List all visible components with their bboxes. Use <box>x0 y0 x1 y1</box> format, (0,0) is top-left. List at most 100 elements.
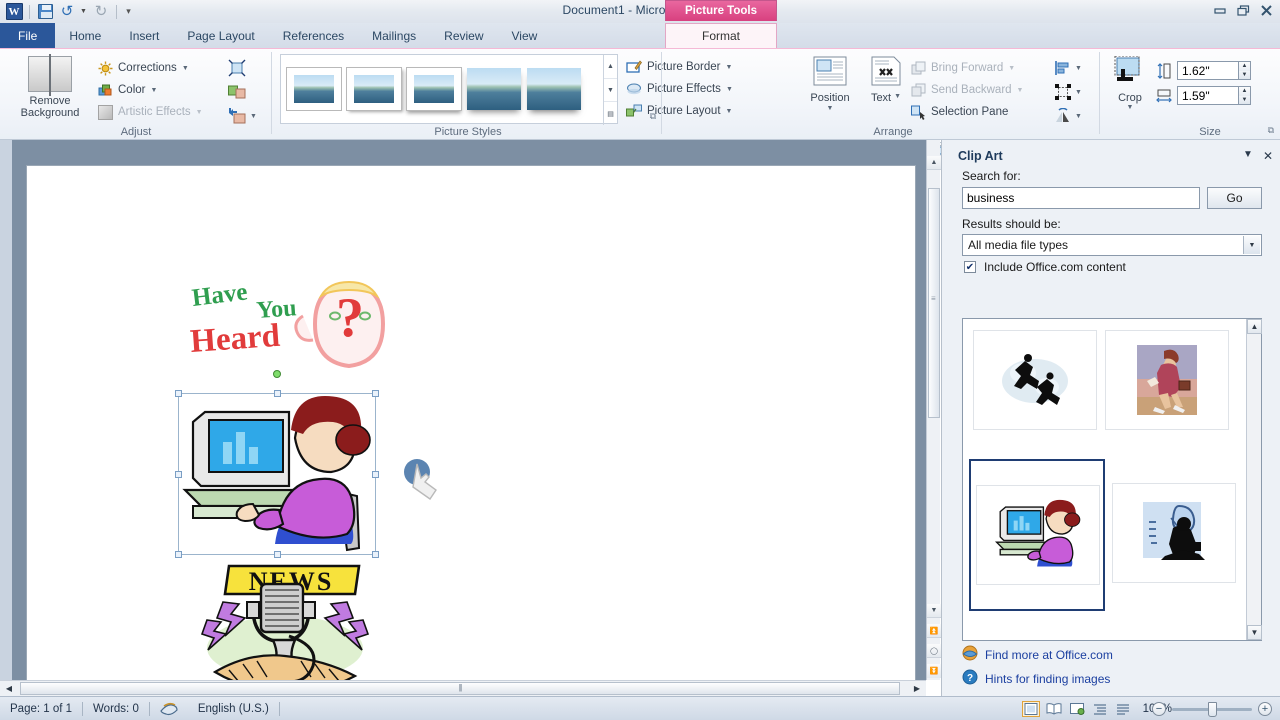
go-button[interactable]: Go <box>1207 187 1262 209</box>
picture-style-thumb-1[interactable] <box>286 67 342 111</box>
shape-height-stepper-up[interactable]: ▲ <box>1239 62 1250 71</box>
find-more-at-office-link[interactable]: Find more at Office.com <box>962 645 1113 664</box>
rotation-handle[interactable] <box>273 370 281 378</box>
clip-result-running-person[interactable] <box>973 330 1097 430</box>
compress-pictures-button[interactable] <box>228 56 257 80</box>
restore-button[interactable] <box>1233 2 1253 18</box>
clip-result-woman-at-computer-selected[interactable] <box>969 459 1105 611</box>
clip-result-woman-at-computer[interactable] <box>976 485 1100 585</box>
tab-review[interactable]: Review <box>430 23 497 48</box>
wrap-text-button[interactable]: Text ▼ <box>859 56 913 104</box>
send-backward-button[interactable]: Send Backward ▼ <box>911 79 1051 101</box>
horizontal-scrollbar[interactable]: ◀ ▶ <box>0 680 926 696</box>
word-count[interactable]: Words: 0 <box>83 697 149 720</box>
print-layout-view-button[interactable] <box>1022 701 1040 717</box>
tab-insert[interactable]: Insert <box>115 23 173 48</box>
vertical-scroll-thumb[interactable] <box>928 188 940 418</box>
language-indicator[interactable]: English (U.S.) <box>188 697 279 720</box>
web-layout-view-button[interactable] <box>1068 701 1086 717</box>
reset-picture-button[interactable]: ▼ <box>228 104 257 128</box>
tab-file[interactable]: File <box>0 23 56 48</box>
close-button[interactable] <box>1256 2 1276 18</box>
document-canvas[interactable]: ? Have You Heard NEWS <box>0 140 926 694</box>
zoom-slider-knob[interactable] <box>1208 701 1217 717</box>
picture-style-thumb-2[interactable] <box>346 67 402 111</box>
scroll-left-button[interactable]: ◀ <box>2 681 16 696</box>
resize-handle-ne[interactable] <box>372 390 379 397</box>
zoom-in-button[interactable]: + <box>1258 702 1272 716</box>
tab-format[interactable]: Format <box>665 23 777 48</box>
search-input[interactable]: business <box>962 187 1200 209</box>
group-objects-button[interactable]: ▼ <box>1055 80 1082 104</box>
clip-art-results-list[interactable]: ▲ ▼ <box>962 318 1262 641</box>
tab-view[interactable]: View <box>498 23 552 48</box>
results-scroll-up-button[interactable]: ▲ <box>1247 319 1262 334</box>
bring-forward-button[interactable]: Bring Forward ▼ <box>911 57 1051 79</box>
artistic-effects-button[interactable]: Artistic Effects ▼ <box>98 101 218 123</box>
shape-height-input[interactable]: 1.62" <box>1177 61 1239 80</box>
pane-close-button[interactable]: ✕ <box>1263 149 1273 163</box>
results-scroll-down-button[interactable]: ▼ <box>1247 625 1262 640</box>
clip-result-lightbulb-worker[interactable] <box>1112 483 1236 583</box>
remove-background-button[interactable]: Remove Background <box>8 54 92 119</box>
include-office-checkbox[interactable]: ✔ <box>964 261 976 273</box>
hints-for-finding-images-link[interactable]: ? Hints for finding images <box>962 669 1110 688</box>
gallery-scroll-down-button[interactable]: ▼ <box>604 79 617 103</box>
picture-style-thumb-4[interactable] <box>467 68 521 110</box>
picture-styles-gallery[interactable]: ▲ ▼ ▤ <box>280 54 618 125</box>
position-button[interactable]: Position ▼ <box>803 56 857 112</box>
pane-options-button[interactable]: ▼ <box>1243 149 1253 163</box>
resize-handle-nw[interactable] <box>175 390 182 397</box>
document-page[interactable]: ? Have You Heard NEWS <box>26 165 916 694</box>
media-type-select[interactable]: All media file types ▼ <box>962 234 1262 256</box>
resize-handle-n[interactable] <box>274 390 281 397</box>
change-picture-button[interactable] <box>228 80 257 104</box>
next-page-button[interactable]: ⏬ <box>927 664 941 678</box>
shape-height-stepper-down[interactable]: ▼ <box>1239 70 1250 79</box>
clip-result-businesswoman[interactable] <box>1105 330 1229 430</box>
tab-page-layout[interactable]: Page Layout <box>173 23 268 48</box>
picture-styles-dialog-launcher[interactable]: ⧉ <box>650 111 656 122</box>
chevron-down-icon[interactable]: ▼ <box>1243 236 1260 254</box>
rotate-objects-button[interactable]: ▼ <box>1055 104 1082 128</box>
results-scrollbar[interactable]: ▲ ▼ <box>1246 319 1262 640</box>
proofing-errors-icon[interactable] <box>150 697 188 720</box>
tab-references[interactable]: References <box>269 23 358 48</box>
corrections-button[interactable]: Corrections ▼ <box>98 57 218 79</box>
scroll-right-button[interactable]: ▶ <box>910 681 924 696</box>
previous-page-button[interactable]: ⏫ <box>927 624 941 638</box>
news-microphone-graphic[interactable]: NEWS <box>185 564 385 696</box>
woman-at-computer-graphic[interactable] <box>175 370 379 558</box>
outline-view-button[interactable] <box>1091 701 1109 717</box>
gallery-more-button[interactable]: ▤ <box>604 102 617 125</box>
shape-width-stepper-down[interactable]: ▼ <box>1239 95 1250 104</box>
picture-style-thumb-3[interactable] <box>406 67 462 111</box>
page-info[interactable]: Page: 1 of 1 <box>0 697 82 720</box>
scroll-up-button[interactable]: ▲ <box>927 156 941 170</box>
gallery-scroll-up-button[interactable]: ▲ <box>604 55 617 79</box>
resize-handle-se[interactable] <box>372 551 379 558</box>
vertical-scrollbar[interactable]: ▲ ▼ ⏫ ◯ ⏬ <box>926 140 941 680</box>
resize-handle-sw[interactable] <box>175 551 182 558</box>
resize-handle-e[interactable] <box>372 471 379 478</box>
tab-home[interactable]: Home <box>55 23 115 48</box>
shape-width-input[interactable]: 1.59" <box>1177 86 1239 105</box>
minimize-button[interactable] <box>1210 2 1230 18</box>
resize-handle-s[interactable] <box>274 551 281 558</box>
have-you-heard-graphic[interactable]: ? Have You Heard <box>175 274 395 374</box>
crop-button[interactable]: Crop ▼ <box>1106 55 1154 111</box>
color-button[interactable]: Color ▼ <box>98 79 218 101</box>
tab-mailings[interactable]: Mailings <box>358 23 430 48</box>
horizontal-scroll-thumb[interactable] <box>20 682 900 695</box>
align-objects-button[interactable]: ▼ <box>1055 56 1082 80</box>
zoom-out-button[interactable]: − <box>1152 702 1166 716</box>
zoom-slider-track[interactable] <box>1172 701 1252 717</box>
full-screen-reading-view-button[interactable] <box>1045 701 1063 717</box>
scroll-down-button[interactable]: ▼ <box>927 604 941 618</box>
select-browse-object-button[interactable]: ◯ <box>927 644 941 658</box>
draft-view-button[interactable] <box>1114 701 1132 717</box>
picture-style-thumb-5[interactable] <box>527 68 581 110</box>
selection-pane-button[interactable]: Selection Pane <box>911 101 1051 123</box>
resize-handle-w[interactable] <box>175 471 182 478</box>
shape-width-stepper-up[interactable]: ▲ <box>1239 87 1250 96</box>
